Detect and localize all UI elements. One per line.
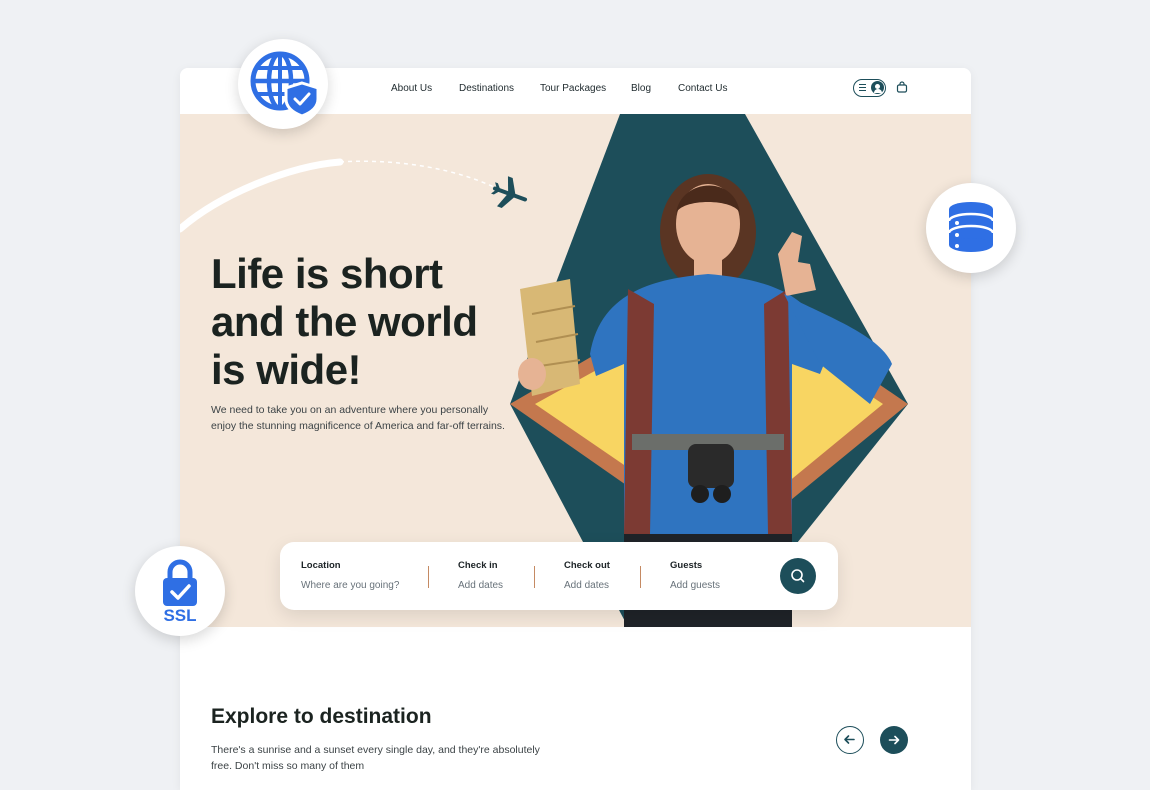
check-out-label: Check out <box>564 560 610 571</box>
nav-link-contact-us[interactable]: Contact Us <box>678 83 727 94</box>
explore-description: There's a sunrise and a sunset every sin… <box>211 744 540 772</box>
database-badge <box>926 183 1016 273</box>
hero-headline: Life is short and the world is wide! <box>211 250 521 394</box>
nav-link-tour-packages[interactable]: Tour Packages <box>540 83 606 94</box>
menu-icon <box>859 84 866 92</box>
ssl-label: SSL <box>163 606 197 625</box>
guests-input[interactable]: Add guests <box>670 580 720 591</box>
search-icon <box>791 569 805 583</box>
hero-subtext: We need to take you on an adventure wher… <box>211 404 505 432</box>
user-icon <box>871 81 884 94</box>
ssl-badge: SSL <box>135 546 225 636</box>
check-in-input[interactable]: Add dates <box>458 580 503 591</box>
website-preview: About Us Destinations Tour Packages Blog… <box>180 68 971 790</box>
check-out-field[interactable]: Check out Add dates <box>564 560 610 591</box>
database-icon <box>947 202 995 252</box>
guests-field[interactable]: Guests Add guests <box>670 560 720 591</box>
location-field[interactable]: Location Where are you going? <box>301 560 399 591</box>
location-input[interactable]: Where are you going? <box>301 580 399 591</box>
shopping-bag-icon[interactable] <box>896 81 908 93</box>
field-divider <box>534 566 535 588</box>
headline-line-1: Life is short <box>211 250 443 297</box>
headline-line-3: is wide! <box>211 346 362 393</box>
nav-link-blog[interactable]: Blog <box>631 83 651 94</box>
arrow-right-icon <box>888 735 900 745</box>
search-button[interactable] <box>780 558 816 594</box>
nav-link-about-us[interactable]: About Us <box>391 83 432 94</box>
globe-security-badge <box>238 39 328 129</box>
check-out-input[interactable]: Add dates <box>564 580 610 591</box>
check-in-label: Check in <box>458 560 498 571</box>
field-divider <box>428 566 429 588</box>
carousel-next-button[interactable] <box>880 726 908 754</box>
booking-search-bar: Location Where are you going? Check in A… <box>280 542 838 610</box>
check-in-field[interactable]: Check in Add dates <box>458 560 503 591</box>
account-menu-button[interactable] <box>853 79 886 97</box>
arrow-left-icon <box>844 735 855 744</box>
guests-label: Guests <box>670 560 703 571</box>
carousel-prev-button[interactable] <box>836 726 864 754</box>
explore-title: Explore to destination <box>211 705 432 728</box>
location-label: Location <box>301 560 341 571</box>
globe-shield-icon <box>250 51 320 118</box>
field-divider <box>640 566 641 588</box>
headline-line-2: and the world <box>211 298 478 345</box>
nav-link-destinations[interactable]: Destinations <box>459 83 514 94</box>
